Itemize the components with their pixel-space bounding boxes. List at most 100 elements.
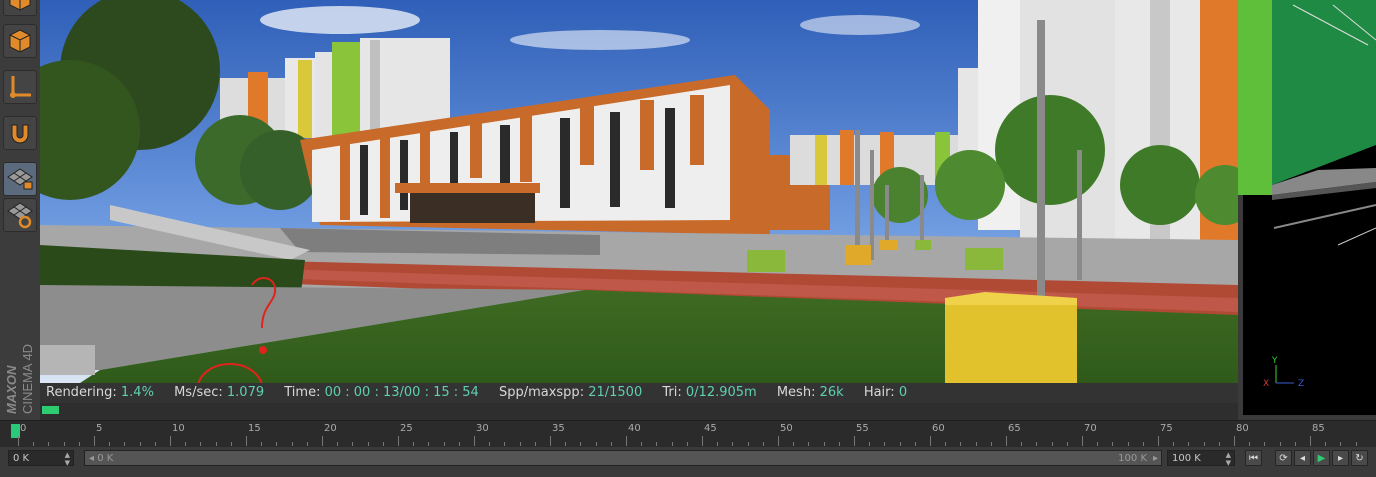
side-viewport[interactable]: Y X Z xyxy=(1238,0,1376,420)
range-end-field[interactable]: 100 K ▲ ▼ xyxy=(1167,450,1235,467)
timeline-tick-label: 10 xyxy=(172,423,185,434)
timeline-tick xyxy=(1310,436,1311,446)
timeline-tick xyxy=(1234,436,1235,446)
timeline-tick xyxy=(595,442,597,446)
spp-label: Spp/maxspp: xyxy=(498,385,585,400)
timeline-tick xyxy=(489,442,491,446)
timeline-tick xyxy=(443,442,445,446)
timeline-tick xyxy=(854,436,855,446)
timeline-tick xyxy=(215,442,217,446)
render-image xyxy=(40,0,1238,383)
range-bar: 0 K ▲ ▼ ◂ 0 K 100 K ▸ 100 K ▲ ▼ ⏮ ⟳ ◂ ▶ ▸ … xyxy=(0,447,1376,477)
left-toolbar: MAXON CINEMA 4D xyxy=(0,0,40,420)
step-forward-button[interactable]: ▸ xyxy=(1332,450,1349,466)
rendering-label: Rendering: xyxy=(46,385,117,400)
timeline-tick xyxy=(671,442,673,446)
play-button[interactable]: ▶ xyxy=(1313,450,1330,466)
loop-icon[interactable]: ⟳ xyxy=(1275,450,1292,466)
timeline-tick xyxy=(1051,442,1053,446)
timeline-tick xyxy=(1249,442,1251,446)
range-slider[interactable]: ◂ 0 K 100 K ▸ xyxy=(84,450,1162,466)
timeline-tick xyxy=(762,442,764,446)
timeline-tick-label: 30 xyxy=(476,423,489,434)
timeline-tick-label: 75 xyxy=(1160,423,1173,434)
tri-value: 0/12.905m xyxy=(685,385,757,400)
timeline-tick xyxy=(291,442,293,446)
timeline-tick xyxy=(960,442,962,446)
magnet-icon[interactable] xyxy=(3,116,37,150)
brand-logo: MAXON CINEMA 4D xyxy=(2,322,38,414)
grid-rotate-icon[interactable] xyxy=(3,198,37,232)
time-label: Time: xyxy=(284,385,321,400)
range-start-value: 0 K xyxy=(13,453,30,464)
timeline-ruler[interactable]: 0 5 10 15 20 25 30 35 40 45 50 55 60 65 70 75 80 85 xyxy=(0,420,1376,448)
timeline-tick xyxy=(276,442,278,446)
timeline-tick xyxy=(322,436,323,446)
cube-icon[interactable] xyxy=(3,0,37,16)
hair-value: 0 xyxy=(898,385,908,400)
range-slider-start: 0 K xyxy=(97,453,114,464)
timeline-tick xyxy=(398,436,399,446)
timeline-tick xyxy=(519,442,521,446)
timeline-tick xyxy=(686,442,688,446)
timeline-tick xyxy=(702,436,703,446)
timeline-tick-label: 20 xyxy=(324,423,337,434)
timeline-tick xyxy=(1036,442,1038,446)
timeline-tick xyxy=(656,442,658,446)
timeline-tick xyxy=(504,442,506,446)
mssec-value: 1.079 xyxy=(226,385,265,400)
timeline-tick xyxy=(306,442,308,446)
step-back-button[interactable]: ◂ xyxy=(1294,450,1311,466)
timeline-tick xyxy=(626,436,627,446)
timeline-tick-label: 15 xyxy=(248,423,261,434)
timeline-tick xyxy=(1142,442,1144,446)
axis-y-label: Y xyxy=(1271,356,1278,366)
timeline-tick xyxy=(367,442,369,446)
timeline-tick xyxy=(474,436,475,446)
timeline-tick xyxy=(1173,442,1175,446)
range-end-value: 100 K xyxy=(1172,453,1201,464)
timeline-tick xyxy=(94,436,95,446)
go-to-start-button[interactable]: ⏮ xyxy=(1245,450,1262,466)
record-loop-icon[interactable]: ↻ xyxy=(1351,450,1368,466)
timeline-tick xyxy=(610,442,612,446)
timeline-tick xyxy=(899,442,901,446)
axis-icon[interactable] xyxy=(3,70,37,104)
timeline-tick xyxy=(200,442,202,446)
timeline-tick xyxy=(793,442,795,446)
brand-maxon: MAXON xyxy=(4,365,19,414)
timeline-tick-label: 70 xyxy=(1084,423,1097,434)
mssec-label: Ms/sec: xyxy=(174,385,223,400)
timeline-tick xyxy=(1264,442,1266,446)
timeline-tick-label: 5 xyxy=(96,423,103,434)
timeline-tick xyxy=(945,442,947,446)
timeline-tick xyxy=(230,442,232,446)
spp-value: 21/1500 xyxy=(588,385,643,400)
timeline-tick-label: 45 xyxy=(704,423,717,434)
timeline-tick xyxy=(534,442,536,446)
mesh-label: Mesh: xyxy=(776,385,816,400)
timeline-tick-label: 80 xyxy=(1236,423,1249,434)
timeline-tick-label: 25 xyxy=(400,423,413,434)
grid-lock-icon[interactable] xyxy=(3,162,37,196)
range-slider-end: 100 K xyxy=(1118,453,1147,464)
timeline-tick xyxy=(139,442,141,446)
timeline-tick xyxy=(1082,436,1083,446)
render-viewport[interactable] xyxy=(40,0,1238,383)
render-progress-bar xyxy=(40,403,1238,420)
hair-label: Hair: xyxy=(863,385,895,400)
timeline-tick xyxy=(170,436,171,446)
timeline-tick-label: 0 xyxy=(20,423,27,434)
cube-icon[interactable] xyxy=(3,24,37,58)
timeline-tick xyxy=(1021,442,1023,446)
axis-z-label: Z xyxy=(1298,379,1304,389)
mesh-value: 26k xyxy=(819,385,844,400)
timeline-tick xyxy=(823,442,825,446)
timeline-tick xyxy=(1325,442,1327,446)
timeline-tick xyxy=(990,442,992,446)
timeline-tick xyxy=(1158,436,1159,446)
time-value: 00 : 00 : 13/00 : 15 : 54 xyxy=(324,385,479,400)
range-start-field[interactable]: 0 K ▲ ▼ xyxy=(8,450,74,467)
timeline-tick xyxy=(1112,442,1114,446)
timeline-tick xyxy=(1279,442,1281,446)
